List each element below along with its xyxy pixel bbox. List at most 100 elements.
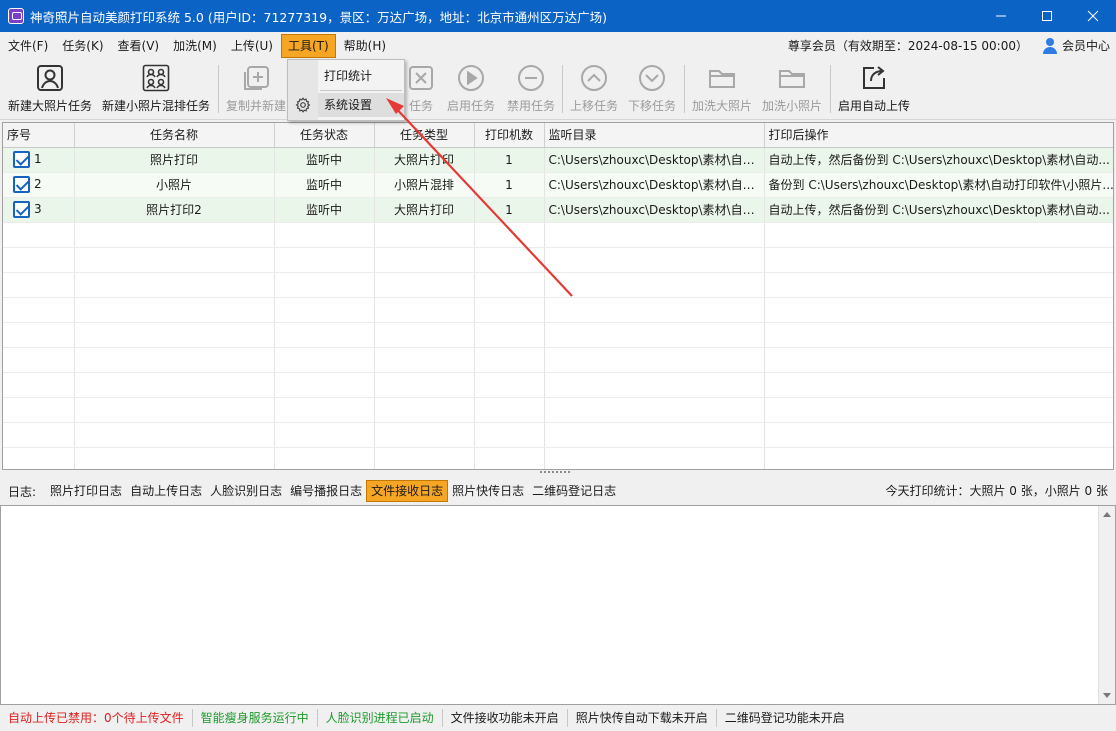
status-slimming-service: 智能瘦身服务运行中: [193, 709, 318, 727]
row-index-cell: 3: [3, 197, 75, 223]
portrait-icon: [35, 63, 65, 93]
grid-portraits-icon: [141, 63, 171, 93]
task-enabled-checkbox[interactable]: [13, 176, 30, 193]
up-icon: [579, 63, 609, 93]
menu-upload[interactable]: 上传(U): [225, 34, 279, 58]
task-status-cell: 监听中: [274, 172, 375, 198]
row-index: 2: [34, 177, 42, 191]
column-header-post-print-action[interactable]: 打印后操作: [764, 123, 1113, 148]
maximize-button[interactable]: [1024, 0, 1070, 32]
maximize-icon: [1042, 11, 1052, 21]
table-row[interactable]: 2 小照片 监听中 小照片混排 1 C:\Users\zhouxc\Deskto…: [3, 172, 1113, 198]
printer-count-cell: 1: [474, 147, 545, 173]
task-enabled-checkbox[interactable]: [13, 201, 30, 218]
column-header-task-type[interactable]: 任务类型: [374, 123, 475, 148]
menu-item-system-settings[interactable]: 系统设置: [318, 93, 404, 117]
member-center-label: 会员中心: [1061, 39, 1110, 53]
task-name-cell: 小照片: [74, 172, 275, 198]
enable-task-button[interactable]: 启用任务: [444, 63, 498, 117]
empty-row: [3, 372, 1113, 398]
menu-bar: 文件(F) 任务(K) 查看(V) 加洗(M) 上传(U) 工具(T) 帮助(H…: [0, 32, 1116, 59]
folder-icon: [707, 63, 737, 93]
tab-photo-fast-transfer-log[interactable]: 照片快传日志: [448, 480, 528, 502]
new-large-photo-task-button[interactable]: 新建大照片任务: [6, 63, 94, 117]
menu-item-print-statistics[interactable]: 打印统计: [318, 64, 404, 88]
status-qrcode-register: 二维码登记功能未开启: [724, 711, 845, 725]
move-task-up-button[interactable]: 上移任务: [567, 63, 621, 117]
membership-status: 尊享会员（有效期至：2024-08-15 00:00）: [787, 39, 1028, 53]
menu-view[interactable]: 查看(V): [112, 34, 166, 58]
printer-count-cell: 1: [474, 172, 545, 198]
scroll-down-icon[interactable]: [1103, 693, 1111, 698]
row-index-cell: 2: [3, 172, 75, 198]
minimize-button[interactable]: [978, 0, 1024, 32]
tab-qrcode-register-log[interactable]: 二维码登记日志: [528, 480, 620, 502]
empty-row: [3, 397, 1113, 423]
delete-task-button[interactable]: 任务: [404, 63, 438, 117]
gear-icon: [295, 97, 311, 113]
column-header-task-status[interactable]: 任务状态: [274, 123, 375, 148]
menu-help[interactable]: 帮助(H): [338, 34, 392, 58]
empty-row: [3, 222, 1113, 248]
empty-row: [3, 297, 1113, 323]
column-header-watch-directory[interactable]: 监听目录: [544, 123, 765, 148]
log-scrollbar[interactable]: [1098, 506, 1115, 704]
minimize-icon: [996, 15, 1006, 17]
status-file-receive: 文件接收功能未开启: [443, 709, 568, 727]
title-bar: 神奇照片自动美颜打印系统 5.0 (用户ID：71277319，景区：万达广场，…: [0, 0, 1116, 32]
tab-photo-print-log[interactable]: 照片打印日志: [46, 480, 126, 502]
button-label: 加洗大照片: [691, 99, 752, 113]
menu-file[interactable]: 文件(F): [2, 34, 54, 58]
task-type-cell: 大照片打印: [374, 147, 475, 173]
copy-and-new-button[interactable]: 复制并新建: [224, 63, 288, 117]
button-label: 下移任务: [627, 99, 676, 113]
close-icon: [1087, 10, 1099, 22]
toolbar-separator: [218, 65, 219, 113]
scroll-up-icon[interactable]: [1103, 512, 1111, 517]
task-table: 序号 任务名称 任务状态 任务类型 打印机数 监听目录 打印后操作 1 照片打印…: [2, 122, 1114, 470]
enable-auto-upload-button[interactable]: 启用自动上传: [835, 63, 913, 117]
column-header-printer-count[interactable]: 打印机数: [474, 123, 545, 148]
tab-number-broadcast-log[interactable]: 编号播报日志: [286, 480, 366, 502]
menu-task[interactable]: 任务(K): [56, 34, 109, 58]
log-output-area[interactable]: [0, 505, 1116, 705]
post-print-action-cell: 自动上传，然后备份到 C:\Users\zhouxc\Desktop\素材\自动…: [764, 147, 1113, 173]
status-fast-transfer: 照片快传自动下载未开启: [568, 709, 717, 727]
button-label: 启用自动上传: [837, 99, 910, 113]
empty-row: [3, 322, 1113, 348]
task-name-cell: 照片打印: [74, 147, 275, 173]
reprint-small-photo-button[interactable]: 加洗小照片: [759, 63, 825, 117]
column-header-task-name[interactable]: 任务名称: [74, 123, 275, 148]
new-small-photo-mix-task-button[interactable]: 新建小照片混排任务: [100, 63, 212, 117]
watch-directory-cell: C:\Users\zhouxc\Desktop\素材\自动...: [544, 197, 765, 223]
table-row[interactable]: 3 照片打印2 监听中 大照片打印 1 C:\Users\zhouxc\Desk…: [3, 197, 1113, 223]
upload-icon: [859, 63, 889, 93]
disable-task-button[interactable]: 禁用任务: [504, 63, 558, 117]
play-icon: [456, 63, 486, 93]
reprint-large-photo-button[interactable]: 加洗大照片: [689, 63, 755, 117]
task-enabled-checkbox[interactable]: [13, 151, 30, 168]
tab-auto-upload-log[interactable]: 自动上传日志: [126, 480, 206, 502]
empty-row: [3, 422, 1113, 448]
menu-tools[interactable]: 工具(T): [280, 33, 336, 58]
copy-add-icon: [241, 63, 271, 93]
log-tab-bar: 日志: 照片打印日志 自动上传日志 人脸识别日志 编号播报日志 文件接收日志 照…: [0, 479, 1116, 503]
member-center-link[interactable]: 会员中心: [1042, 37, 1110, 54]
task-status-cell: 监听中: [274, 197, 375, 223]
today-print-stats: 今天打印统计：大照片 0 张，小照片 0 张: [885, 484, 1108, 498]
task-type-cell: 小照片混排: [374, 172, 475, 198]
user-icon: [1042, 37, 1058, 54]
row-index: 3: [34, 202, 42, 216]
panel-splitter-handle[interactable]: [540, 471, 570, 475]
tab-face-recognition-log[interactable]: 人脸识别日志: [206, 480, 286, 502]
close-button[interactable]: [1070, 0, 1116, 32]
column-header-index[interactable]: 序号: [3, 123, 75, 148]
table-row[interactable]: 1 照片打印 监听中 大照片打印 1 C:\Users\zhouxc\Deskt…: [3, 147, 1113, 173]
move-task-down-button[interactable]: 下移任务: [625, 63, 679, 117]
menu-reprint[interactable]: 加洗(M): [167, 34, 223, 58]
button-label: 复制并新建: [225, 99, 286, 113]
toolbar: 新建大照片任务 新建小照片混排任务 复制并新建 任务 启用任务 禁用任务 上移任…: [0, 59, 1116, 120]
tab-file-receive-log[interactable]: 文件接收日志: [366, 480, 449, 502]
button-label: 禁用任务: [506, 99, 555, 113]
folder-icon: [777, 63, 807, 93]
